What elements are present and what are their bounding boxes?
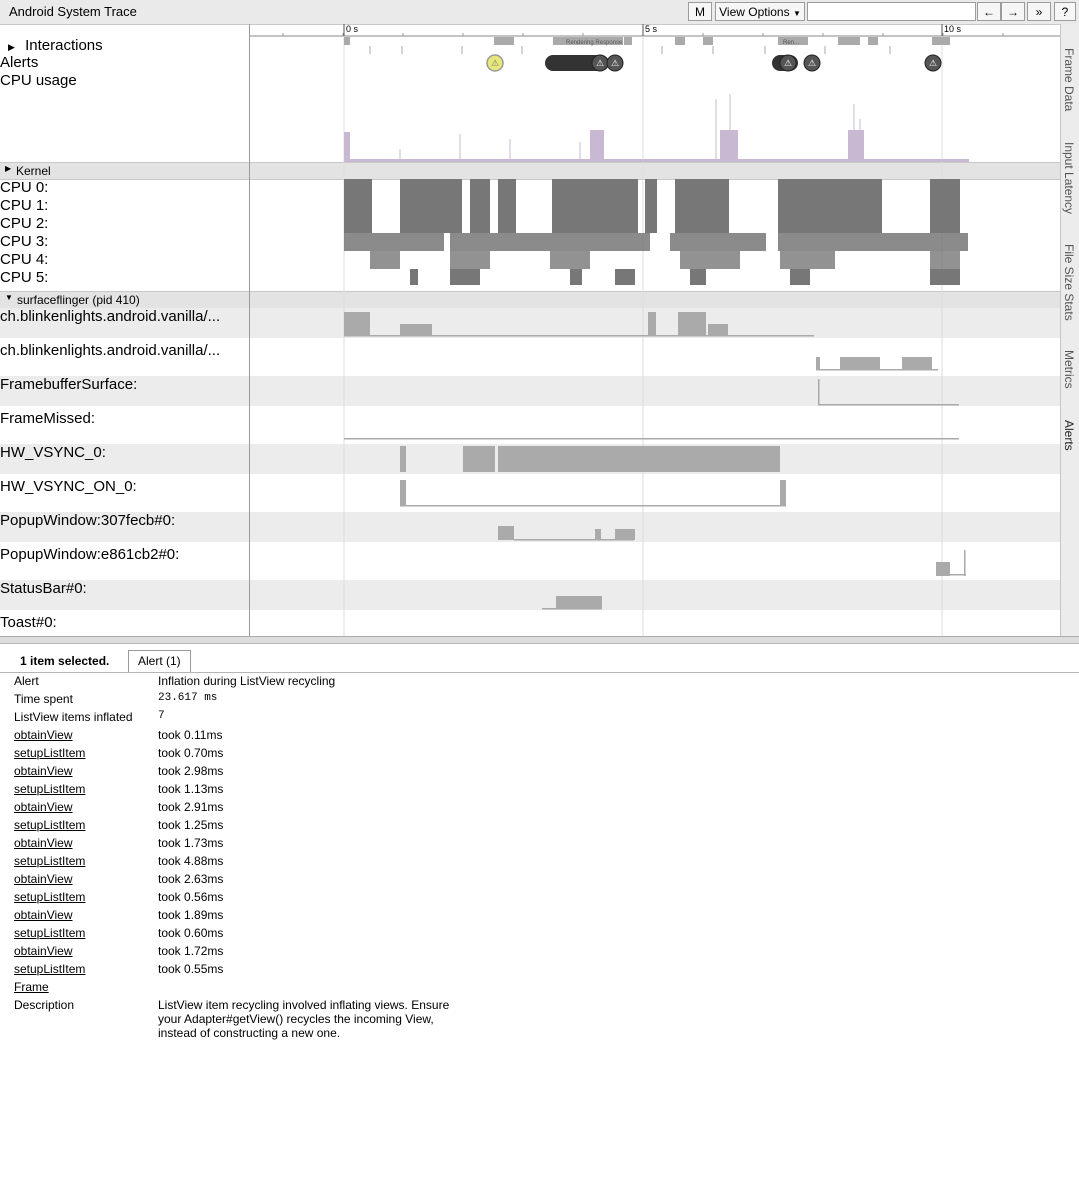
description-key: Description [14, 998, 75, 1012]
detail-value: took 0.55ms [158, 962, 224, 976]
detail-value: took 0.60ms [158, 926, 224, 940]
counter-tracks [344, 312, 966, 610]
detail-key: Time spent [14, 692, 73, 706]
m-button[interactable]: M [688, 2, 712, 21]
detail-key: Alert [14, 674, 39, 688]
cpu-2-label: CPU 2: [0, 215, 49, 232]
cpu-tracks [344, 179, 968, 285]
help-button[interactable]: ? [1054, 2, 1076, 21]
counter-label: PopupWindow:307fecb#0: [0, 512, 176, 529]
counter-label: Toast#0: [0, 614, 57, 631]
counter-label: FrameMissed: [0, 410, 96, 427]
more-button[interactable]: » [1027, 2, 1051, 21]
detail-value: took 0.70ms [158, 746, 224, 760]
ruler-ticks [282, 24, 1004, 36]
detail-value: 23.617 ms [158, 692, 218, 704]
detail-value: 7 [158, 710, 165, 722]
track-labels-panel: ▶ Interactions Alerts CPU usage CPU 0: C… [0, 24, 250, 636]
detail-value: took 2.98ms [158, 764, 224, 778]
svg-text:⚠: ⚠ [611, 59, 619, 69]
counter-label: HW_VSYNC_0: [0, 444, 106, 461]
expand-triangle-icon[interactable]: ▶ [8, 42, 15, 52]
counter-label: ch.blinkenlights.android.vanilla/... [0, 308, 221, 325]
detail-key: ListView items inflated [14, 710, 133, 724]
interactions-label: Interactions [25, 37, 103, 54]
tab-alerts[interactable]: Alerts [1062, 420, 1076, 451]
tick-label-10: 10 s [944, 24, 962, 34]
cpu-3-label: CPU 3: [0, 233, 49, 250]
tab-frame-data[interactable]: Frame Data [1062, 48, 1076, 111]
interactions-track[interactable]: ▶ Interactions [8, 37, 253, 54]
cpu-5-label: CPU 5: [0, 269, 49, 286]
detail-value: took 1.89ms [158, 908, 224, 922]
side-tabs: Frame Data Input Latency File Size Stats… [1060, 24, 1079, 636]
chevron-down-icon: ▼ [792, 9, 801, 18]
cpu-usage-label: CPU usage [0, 72, 77, 89]
setuplistitem-link[interactable]: setupListItem [14, 818, 85, 832]
slice-label: Ren... [783, 40, 799, 46]
cpu-4-label: CPU 4: [0, 251, 49, 268]
alerts-label: Alerts [0, 54, 39, 71]
detail-value: took 4.88ms [158, 854, 224, 868]
slice-label: Rendering Response [566, 40, 623, 46]
obtainview-link[interactable]: obtainView [14, 872, 73, 886]
detail-value: took 2.91ms [158, 800, 224, 814]
svg-text:⚠: ⚠ [596, 59, 604, 69]
timeline-tracks[interactable]: 0 s 5 s 10 s Rendering Response Ren... ⚠… [250, 24, 1060, 636]
frame-link[interactable]: Frame [14, 980, 49, 994]
setuplistitem-link[interactable]: setupListItem [14, 782, 85, 796]
setuplistitem-link[interactable]: setupListItem [14, 926, 85, 940]
detail-value: took 0.56ms [158, 890, 224, 904]
next-result-button[interactable]: → [1001, 2, 1025, 21]
obtainview-link[interactable]: obtainView [14, 764, 73, 778]
svg-text:⚠: ⚠ [491, 59, 499, 69]
view-options-button[interactable]: View Options ▼ [715, 2, 805, 21]
detail-value: took 1.72ms [158, 944, 224, 958]
description-text: ListView item recycling involved inflati… [158, 998, 450, 1040]
tick-label-0: 0 s [346, 24, 359, 34]
counter-label: ch.blinkenlights.android.vanilla/... [0, 342, 221, 359]
obtainview-link[interactable]: obtainView [14, 944, 73, 958]
svg-text:⚠: ⚠ [784, 59, 792, 69]
svg-text:⚠: ⚠ [808, 59, 816, 69]
obtainview-link[interactable]: obtainView [14, 728, 73, 742]
obtainview-link[interactable]: obtainView [14, 908, 73, 922]
detail-value: took 0.11ms [158, 728, 223, 742]
tab-file-size-stats[interactable]: File Size Stats [1062, 244, 1076, 321]
search-input[interactable] [807, 2, 976, 21]
setuplistitem-link[interactable]: setupListItem [14, 962, 85, 976]
detail-value: took 1.73ms [158, 836, 224, 850]
tab-input-latency[interactable]: Input Latency [1062, 142, 1076, 214]
cpu-1-label: CPU 1: [0, 197, 49, 214]
detail-value: took 2.63ms [158, 872, 224, 886]
tick-label-5: 5 s [645, 24, 658, 34]
counter-label: StatusBar#0: [0, 580, 87, 597]
tab-metrics[interactable]: Metrics [1062, 350, 1076, 389]
setuplistitem-link[interactable]: setupListItem [14, 854, 85, 868]
detail-value: took 1.25ms [158, 818, 224, 832]
setuplistitem-link[interactable]: setupListItem [14, 890, 85, 904]
analysis-tabbar: 1 item selected. Alert (1) [0, 643, 1079, 673]
cpu-usage-graph [344, 130, 969, 162]
obtainview-link[interactable]: obtainView [14, 800, 73, 814]
setuplistitem-link[interactable]: setupListItem [14, 746, 85, 760]
counter-label: HW_VSYNC_ON_0: [0, 478, 137, 495]
cpu-0-label: CPU 0: [0, 179, 49, 196]
selection-count: 1 item selected. [20, 654, 110, 668]
svg-text:⚠: ⚠ [929, 59, 937, 69]
alert-markers [486, 54, 942, 72]
tab-alert[interactable]: Alert (1) [128, 650, 191, 672]
interaction-slices [344, 37, 950, 45]
view-options-label: View Options [719, 5, 790, 19]
detail-value: Inflation during ListView recycling [158, 674, 336, 688]
counter-label: PopupWindow:e861cb2#0: [0, 546, 180, 563]
top-toolbar: Android System Trace M View Options ▼ ← … [0, 0, 1079, 25]
app-title: Android System Trace [9, 4, 137, 19]
obtainview-link[interactable]: obtainView [14, 836, 73, 850]
counter-label: FramebufferSurface: [0, 376, 138, 393]
detail-value: took 1.13ms [158, 782, 224, 796]
prev-result-button[interactable]: ← [977, 2, 1001, 21]
